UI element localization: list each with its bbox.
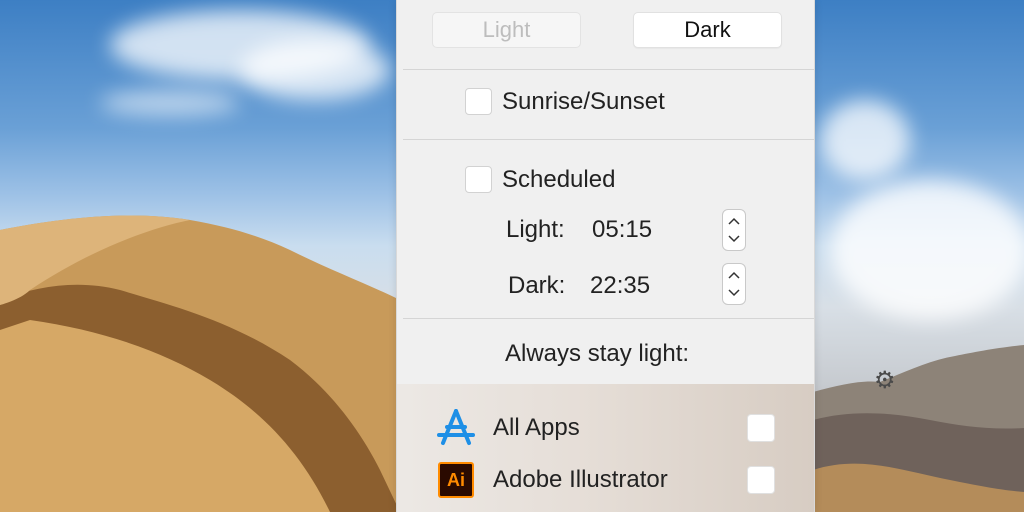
light-time-stepper[interactable] — [722, 209, 746, 251]
chevron-up-icon[interactable] — [728, 270, 740, 280]
divider — [403, 318, 814, 319]
dark-mode-button[interactable]: Dark — [633, 12, 782, 48]
light-mode-button[interactable]: Light — [432, 12, 581, 48]
app-name-all-apps: All Apps — [493, 414, 580, 441]
scheduled-checkbox[interactable] — [465, 166, 492, 193]
adobe-illustrator-checkbox[interactable] — [747, 466, 775, 494]
dark-time-field[interactable]: 22:35 — [590, 272, 650, 300]
sunrise-sunset-checkbox[interactable] — [465, 88, 492, 115]
always-light-heading: Always stay light: — [505, 340, 690, 367]
adobe-illustrator-icon: Ai — [438, 462, 474, 498]
all-apps-checkbox[interactable] — [747, 414, 775, 442]
scheduled-label: Scheduled — [502, 166, 616, 193]
adobe-illustrator-icon-text: Ai — [447, 469, 465, 490]
chevron-down-icon[interactable] — [728, 234, 740, 244]
dark-time-label: Dark: — [508, 272, 566, 299]
light-time-field[interactable]: 05:15 — [592, 216, 652, 244]
chevron-down-icon[interactable] — [728, 288, 740, 298]
divider — [403, 139, 814, 140]
chevron-up-icon[interactable] — [728, 216, 740, 226]
settings-panel: Light Dark Sunrise/Sunset Scheduled Ligh… — [396, 0, 815, 512]
divider — [403, 69, 814, 70]
app-store-icon — [437, 409, 475, 445]
dark-time-stepper[interactable] — [722, 263, 746, 305]
app-list: All Apps Ai Adobe Illustrator — [397, 384, 814, 512]
gear-icon[interactable]: ⚙ — [874, 366, 896, 395]
app-name-adobe-illustrator: Adobe Illustrator — [493, 466, 668, 493]
light-time-label: Light: — [506, 216, 565, 243]
sunrise-sunset-label: Sunrise/Sunset — [502, 88, 665, 115]
